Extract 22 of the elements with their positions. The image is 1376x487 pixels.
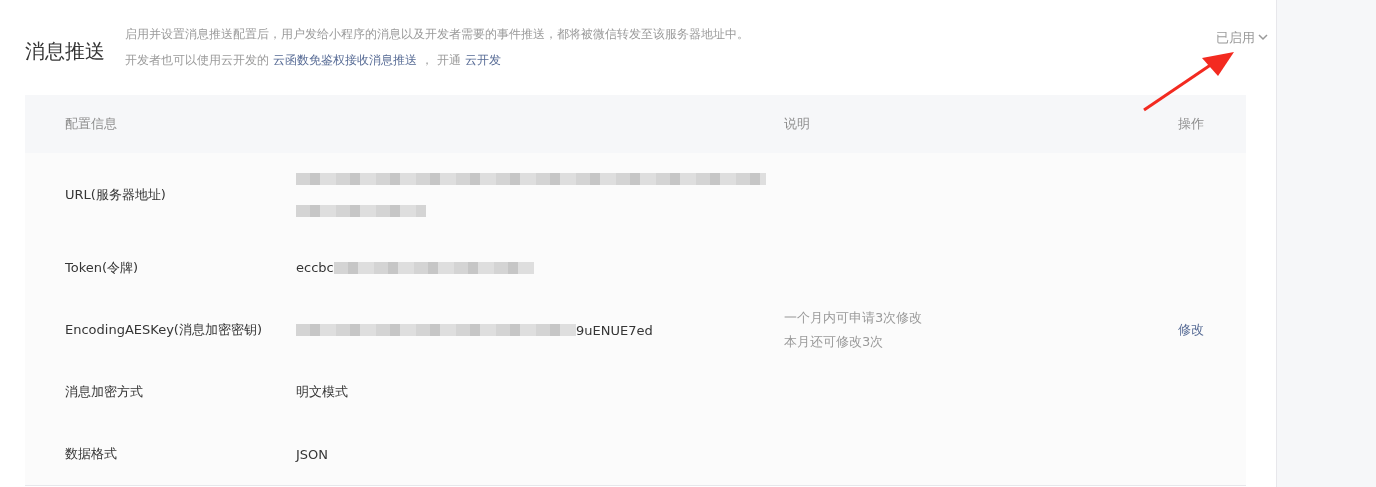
modify-link[interactable]: 修改: [1178, 321, 1204, 339]
config-value: 明文模式: [296, 383, 348, 401]
column-header: 说明: [784, 115, 810, 133]
config-label: URL(服务器地址): [65, 185, 166, 204]
cloud-link[interactable]: 云函数免鉴权接收消息推送: [273, 53, 417, 67]
column-header: 操作: [1178, 115, 1204, 133]
status-dropdown[interactable]: 已启用: [1216, 28, 1268, 47]
config-label: 消息加密方式: [65, 383, 143, 401]
config-value: JSON: [296, 446, 329, 462]
chevron-down-icon: [1258, 34, 1268, 41]
description-text: 开发者也可以使用云开发的: [125, 53, 269, 67]
config-label: 数据格式: [65, 445, 117, 463]
config-label: Token(令牌): [65, 258, 139, 277]
config-value: eccbc: [296, 260, 334, 275]
section-title: 消息推送: [25, 38, 106, 65]
column-header: 配置信息: [65, 115, 117, 133]
description-text: 启用并设置消息推送配置后，用户发给小程序的消息以及开发者需要的事件推送，都将被微信转发至该服务器地址中。: [125, 26, 750, 43]
config-value: 9uENUE7ed: [576, 322, 653, 338]
note-text: 本月还可修改3次: [784, 333, 885, 351]
cloud-link[interactable]: 云开发: [464, 53, 501, 67]
config-label: EncodingAESKey(消息加密密钥): [65, 321, 262, 339]
description-text: ， 开通: [421, 53, 461, 67]
